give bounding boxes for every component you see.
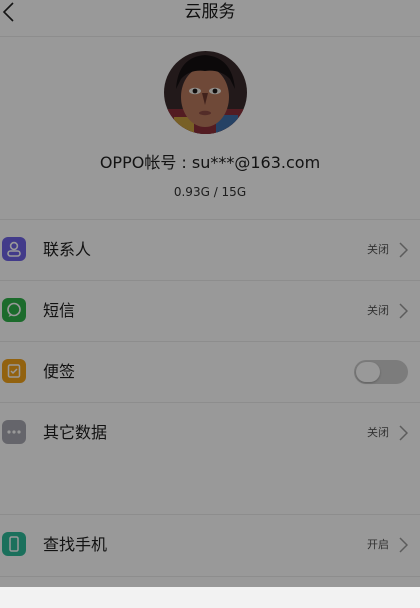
avatar-photo — [164, 51, 247, 134]
sync-item-other-data[interactable]: 其它数据 关闭 — [0, 402, 420, 464]
bottom-bar — [0, 587, 420, 608]
account-text: OPPO帐号 : su***@163.com — [99, 153, 321, 172]
more-data-icon — [2, 420, 26, 444]
toggle-knob — [356, 362, 380, 382]
cloud-service-screen: 云服务 OPPO帐号 : su***@163.com 0.93G / 15G 联… — [0, 0, 420, 587]
chevron-right-icon — [399, 537, 408, 553]
sync-item-status: 关闭 — [367, 426, 389, 439]
chevron-right-icon — [399, 303, 408, 319]
message-icon — [2, 298, 26, 322]
sync-item-contacts[interactable]: 联系人 关闭 — [0, 219, 420, 281]
avatar[interactable] — [164, 51, 247, 134]
sync-item-notes: 便签 — [0, 341, 420, 403]
sync-item-label: 短信 — [43, 301, 76, 320]
notes-icon — [2, 359, 26, 383]
sync-item-status: 关闭 — [367, 243, 389, 256]
notes-sync-toggle[interactable] — [354, 360, 408, 384]
sync-item-label: 联系人 — [43, 240, 92, 259]
sync-item-status: 关闭 — [367, 304, 389, 317]
page-title: 云服务 — [184, 2, 236, 22]
chevron-right-icon — [399, 242, 408, 258]
sync-item-label: 查找手机 — [43, 535, 108, 554]
find-phone-icon — [2, 532, 26, 556]
storage-usage: 0.93G / 15G — [173, 185, 247, 199]
sync-item-messages[interactable]: 短信 关闭 — [0, 280, 420, 342]
app-header: 云服务 — [0, 0, 420, 37]
chevron-right-icon — [399, 425, 408, 441]
find-phone-item[interactable]: 查找手机 开启 — [0, 514, 420, 577]
sync-item-label: 便签 — [43, 362, 76, 381]
sync-item-label: 其它数据 — [43, 423, 108, 442]
sync-item-status: 开启 — [367, 538, 389, 551]
contacts-icon — [2, 237, 26, 261]
